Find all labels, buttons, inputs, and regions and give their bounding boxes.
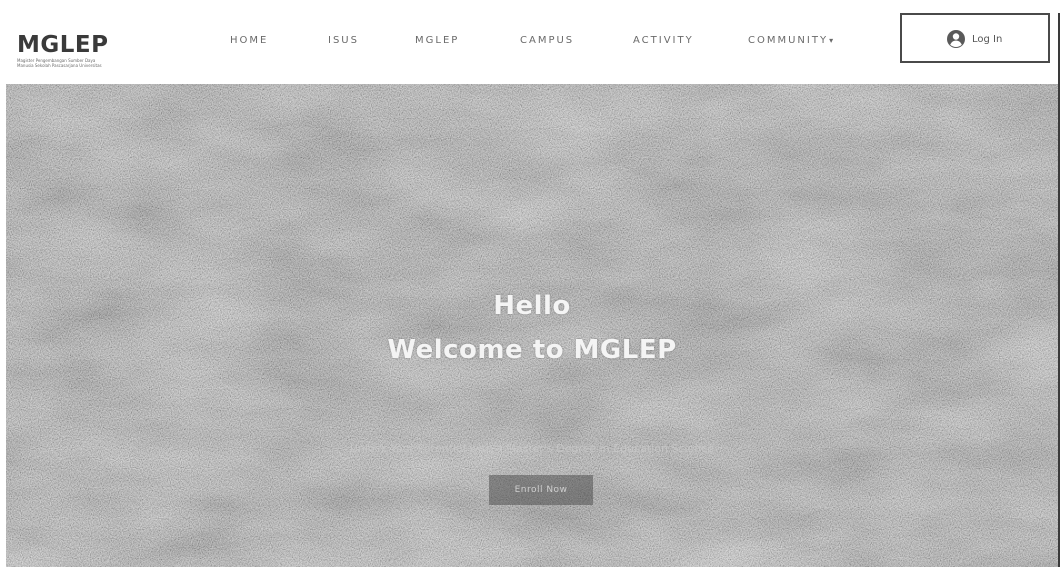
- hero-title-greeting: Hello: [493, 291, 571, 321]
- nav-item-activity[interactable]: ACTIVITY: [633, 35, 694, 46]
- nav-item-home[interactable]: HOME: [230, 35, 268, 46]
- page: MGLEP Magister Pengembangan Sumber Daya …: [0, 0, 1060, 567]
- nav-item-community[interactable]: COMMUNITY▾: [748, 35, 833, 46]
- hero-title-welcome: Welcome to MGLEP: [387, 335, 677, 365]
- hero-subtitle: Unlock Your Potential with a Master's De…: [349, 442, 715, 455]
- nav-item-mglep[interactable]: MGLEP: [415, 35, 459, 46]
- site-header: MGLEP Magister Pengembangan Sumber Daya …: [0, 0, 1060, 88]
- hero-section: Hello Welcome to MGLEP Unlock Your Poten…: [6, 84, 1058, 567]
- nav-item-campus[interactable]: CAMPUS: [520, 35, 574, 46]
- login-inner: Log In: [946, 29, 1002, 49]
- user-avatar-icon: [946, 29, 966, 49]
- enroll-now-button[interactable]: Enroll Now: [489, 475, 593, 505]
- nav-item-isus[interactable]: ISUS: [328, 35, 359, 46]
- chevron-down-icon: ▾: [829, 36, 834, 45]
- login-button[interactable]: Log In: [900, 13, 1050, 63]
- login-label: Log In: [972, 33, 1003, 45]
- nav-item-community-label: COMMUNITY: [748, 35, 829, 46]
